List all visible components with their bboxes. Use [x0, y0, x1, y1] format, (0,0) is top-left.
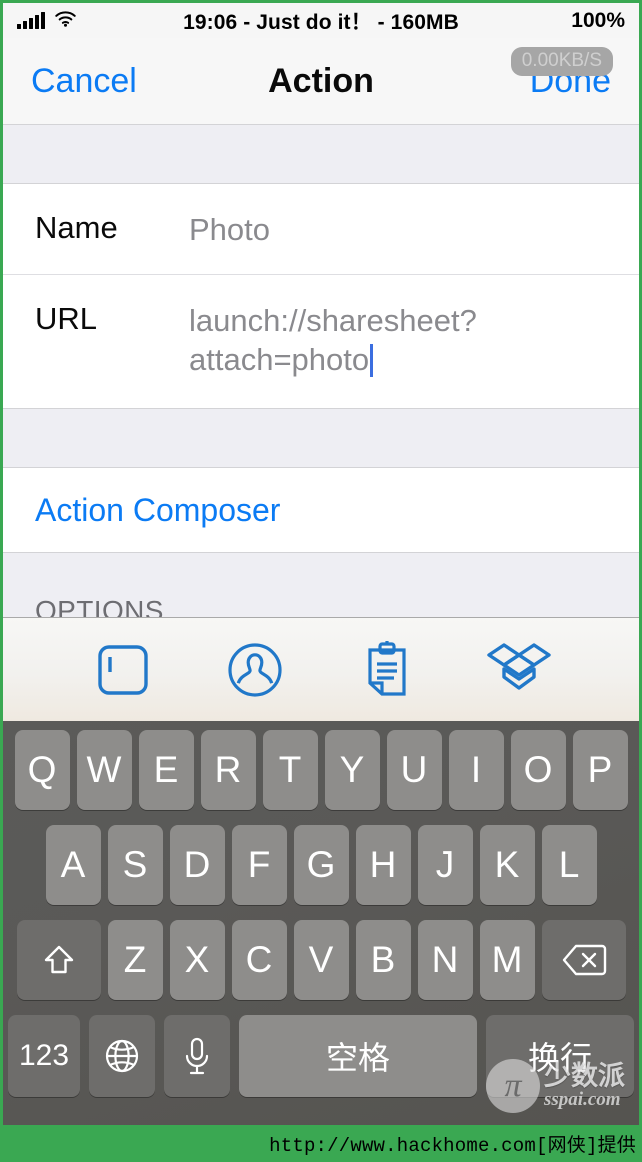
key-R[interactable]: R — [200, 730, 256, 810]
action-composer-label: Action Composer — [35, 491, 281, 528]
key-O[interactable]: O — [510, 730, 566, 810]
keyboard-row-3: Z X C V B N M — [8, 920, 634, 1000]
status-bar: 19:06 - Just do it！ - 160MB 100% — [3, 3, 639, 38]
key-V[interactable]: V — [293, 920, 349, 1000]
wifi-icon — [54, 10, 77, 32]
key-U[interactable]: U — [386, 730, 442, 810]
key-P[interactable]: P — [572, 730, 628, 810]
text-cursor — [370, 344, 374, 378]
network-speed-badge: 0.00KB/S — [510, 47, 613, 76]
numeric-mode-key[interactable]: 123 — [8, 1015, 80, 1097]
key-T[interactable]: T — [262, 730, 318, 810]
table-top-spacer — [3, 125, 639, 183]
key-F[interactable]: F — [231, 825, 287, 905]
url-field-label: URL — [35, 300, 98, 336]
signal-bars-icon — [17, 12, 45, 29]
footer-banner: http://www.hackhome.com[网侠]提供 — [0, 1125, 642, 1162]
key-L[interactable]: L — [541, 825, 597, 905]
form-table: Name Photo URL launch://sharesheet?attac… — [3, 125, 639, 633]
key-G[interactable]: G — [293, 825, 349, 905]
key-D[interactable]: D — [169, 825, 225, 905]
key-H[interactable]: H — [355, 825, 411, 905]
url-field-value[interactable]: launch://sharesheet?attach=photo — [189, 275, 607, 408]
microphone-icon[interactable] — [164, 1015, 230, 1097]
key-I[interactable]: I — [448, 730, 504, 810]
key-K[interactable]: K — [479, 825, 535, 905]
on-screen-keyboard: Q W E R T Y U I O P A S D F G H J K L Z … — [3, 721, 639, 1125]
backspace-icon[interactable] — [541, 920, 626, 1000]
status-bar-left — [17, 10, 77, 32]
key-C[interactable]: C — [231, 920, 287, 1000]
keyboard-accessory-bar — [3, 617, 639, 721]
key-Z[interactable]: Z — [107, 920, 163, 1000]
key-Y[interactable]: Y — [324, 730, 380, 810]
phone-viewport: 19:06 - Just do it！ - 160MB 100% Cancel … — [3, 3, 639, 1125]
key-A[interactable]: A — [45, 825, 101, 905]
dropbox-icon[interactable] — [484, 635, 554, 705]
key-J[interactable]: J — [417, 825, 473, 905]
nav-bar: Cancel Action Done 0.00KB/S — [3, 38, 639, 125]
screenshot-root: 19:06 - Just do it！ - 160MB 100% Cancel … — [0, 0, 642, 1162]
name-field-value[interactable]: Photo — [189, 184, 270, 274]
footer-url-text: http://www.hackhome.com[网侠]提供 — [269, 1135, 636, 1157]
clipboard-icon[interactable] — [352, 635, 422, 705]
shift-arrow-icon[interactable] — [16, 920, 101, 1000]
status-bar-title: 19:06 - Just do it！ - 160MB — [183, 10, 459, 34]
contact-icon[interactable] — [220, 635, 290, 705]
url-field-text: launch://sharesheet?attach=photo — [189, 302, 477, 378]
keyboard-row-1: Q W E R T Y U I O P — [8, 730, 634, 810]
keyboard-row-4: 123 空格 换行 — [8, 1015, 634, 1097]
key-S[interactable]: S — [107, 825, 163, 905]
cancel-button[interactable]: Cancel — [29, 58, 139, 104]
table-row[interactable]: Name Photo — [3, 184, 639, 274]
name-field-label: Name — [35, 210, 118, 245]
text-field-icon[interactable] — [88, 635, 158, 705]
key-B[interactable]: B — [355, 920, 411, 1000]
return-key[interactable]: 换行 — [486, 1015, 634, 1097]
keyboard-row-2: A S D F G H J K L — [8, 825, 634, 905]
battery-percent: 100% — [571, 8, 625, 32]
key-Q[interactable]: Q — [14, 730, 70, 810]
key-W[interactable]: W — [76, 730, 132, 810]
options-section-header: OPTIONS — [35, 595, 164, 627]
action-composer-row[interactable]: Action Composer — [3, 467, 639, 554]
key-M[interactable]: M — [479, 920, 535, 1000]
globe-icon[interactable] — [89, 1015, 155, 1097]
fields-group: Name Photo URL launch://sharesheet?attac… — [3, 183, 639, 410]
key-E[interactable]: E — [138, 730, 194, 810]
key-N[interactable]: N — [417, 920, 473, 1000]
space-key[interactable]: 空格 — [239, 1015, 477, 1097]
table-row[interactable]: URL launch://sharesheet?attach=photo — [3, 273, 639, 408]
table-mid-spacer — [3, 409, 639, 468]
key-X[interactable]: X — [169, 920, 225, 1000]
